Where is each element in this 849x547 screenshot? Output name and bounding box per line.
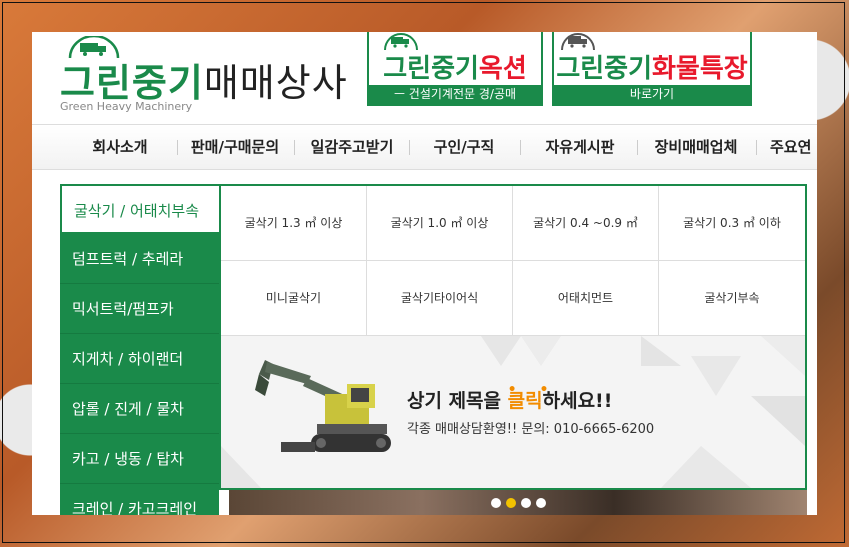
promo-dots: • •: [507, 382, 558, 398]
category-forklift[interactable]: 지게차 / 하이랜더: [60, 334, 219, 384]
cargo-banner-title: 그린중기화물특장: [556, 54, 748, 84]
submenu-item[interactable]: 굴삭기 1.0 ㎥ 이상: [367, 186, 513, 261]
category-mixer-truck[interactable]: 믹서트럭/펌프카: [60, 284, 219, 334]
nav-item-sales-inquiry[interactable]: 판매/구매문의: [180, 125, 290, 169]
submenu-item[interactable]: 미니굴삭기: [221, 261, 367, 336]
submenu-item[interactable]: 굴삭기타이어식: [367, 261, 513, 336]
slider-dot[interactable]: [536, 498, 546, 508]
nav-separator: [409, 140, 410, 155]
auction-banner-subtitle: ㅡ 건설기계전문 경/공매: [369, 85, 541, 104]
promo-title: 상기 제목을 • • 클릭하세요!!: [407, 382, 613, 412]
nav-item-major[interactable]: 주요연: [770, 125, 817, 169]
nav-separator: [637, 140, 638, 155]
slider-image-strip: [229, 490, 807, 515]
category-crane[interactable]: 크레인 / 카고크레인: [60, 484, 219, 515]
submenu-panel: 굴삭기 1.3 ㎥ 이상 굴삭기 1.0 ㎥ 이상 굴삭기 0.4 ~0.9 ㎥…: [219, 184, 807, 490]
nav-separator: [177, 140, 178, 155]
excavator-image: [255, 360, 391, 452]
category-roll-off[interactable]: 압롤 / 진게 / 물차: [60, 384, 219, 434]
category-menu: 굴삭기 / 어태치부속 덤프트럭 / 추레라 믹서트럭/펌프카 지게차 / 하이…: [60, 184, 219, 515]
submenu-item[interactable]: 굴삭기부속: [659, 261, 805, 336]
category-dump-truck[interactable]: 덤프트럭 / 추레라: [60, 234, 219, 284]
auction-banner[interactable]: 그린중기옥션 ㅡ 건설기계전문 경/공매: [367, 32, 543, 106]
site-logo[interactable]: 그린중기매매상사 Green Heavy Machinery: [60, 36, 350, 116]
nav-separator: [294, 140, 295, 155]
category-excavator[interactable]: 굴삭기 / 어태치부속: [60, 184, 219, 234]
promo-area: 상기 제목을 • • 클릭하세요!! 각종 매매상담환영!! 문의: 010-66…: [221, 336, 805, 488]
nav-separator: [756, 140, 757, 155]
slider-dot-active[interactable]: [506, 498, 516, 508]
page: 그린중기매매상사 Green Heavy Machinery 그린중기옥션 ㅡ …: [32, 32, 817, 515]
submenu-item[interactable]: 어태치먼트: [513, 261, 659, 336]
logo-title: 그린중기매매상사: [60, 61, 348, 105]
promo-contact: 각종 매매상담환영!! 문의: 010-6665-6200: [407, 422, 655, 437]
nav-item-dealers[interactable]: 장비매매업체: [640, 125, 752, 169]
nav-item-free-board[interactable]: 자유게시판: [526, 125, 634, 169]
cargo-banner-subtitle: 바로가기: [554, 85, 750, 104]
nav-item-jobs-exchange[interactable]: 일감주고받기: [298, 125, 406, 169]
main-nav: 회사소개 판매/구매문의 일감주고받기 구인/구직 자유게시판 장비매매업체 주…: [32, 124, 817, 170]
category-cargo[interactable]: 카고 / 냉동 / 탑차: [60, 434, 219, 484]
submenu-item[interactable]: 굴삭기 0.3 ㎥ 이하: [659, 186, 805, 261]
cargo-banner[interactable]: 그린중기화물특장 바로가기: [552, 32, 752, 106]
auction-banner-title: 그린중기옥션: [383, 54, 527, 84]
nav-item-company[interactable]: 회사소개: [70, 125, 170, 169]
nav-separator: [520, 140, 521, 155]
logo-subtitle: Green Heavy Machinery: [60, 100, 193, 113]
submenu-item[interactable]: 굴삭기 1.3 ㎥ 이상: [221, 186, 367, 261]
submenu-item[interactable]: 굴삭기 0.4 ~0.9 ㎥: [513, 186, 659, 261]
nav-item-recruitment[interactable]: 구인/구직: [414, 125, 514, 169]
slider-dot[interactable]: [521, 498, 531, 508]
slider-dot[interactable]: [491, 498, 501, 508]
